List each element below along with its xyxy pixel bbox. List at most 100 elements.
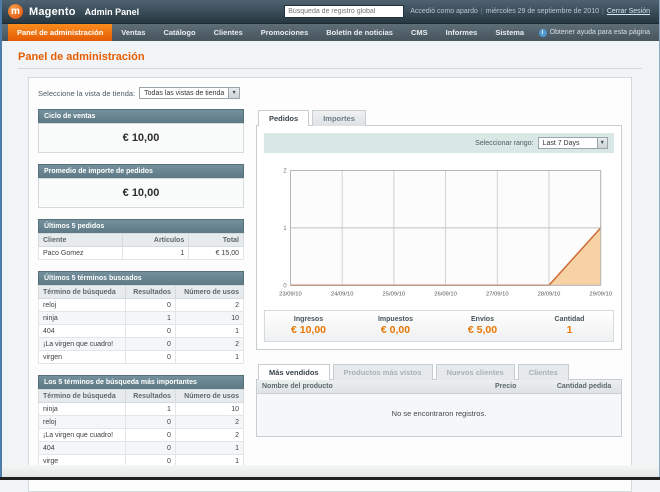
stat-label: Envíos xyxy=(471,316,494,324)
svg-text:29/09/10: 29/09/10 xyxy=(589,292,612,298)
stat-label: Impuestos xyxy=(377,316,413,324)
widget-title: Los 5 términos de búsqueda más important… xyxy=(38,375,244,389)
table-cell: reloj xyxy=(37,298,127,312)
stat-value: € 10,00 xyxy=(290,324,327,337)
last-orders-widget: Últimos 5 pedidos Cliente Artículos Total P… xyxy=(38,219,244,260)
tab-pedidos[interactable]: Pedidos xyxy=(258,110,310,126)
title-rule xyxy=(18,68,642,69)
table-cell: ¡La virgen que cuadro! xyxy=(37,428,127,442)
separator: | xyxy=(480,8,483,15)
table-row[interactable]: 404 0 1 xyxy=(37,441,245,455)
tab-m-s-vendidos[interactable]: Más vendidos xyxy=(258,364,330,381)
table-cell: 1 xyxy=(125,402,176,416)
table-cell: 1 xyxy=(174,324,245,338)
table-row[interactable]: ¡La virgen que cuadro! 0 2 xyxy=(37,337,245,351)
nav-item-6[interactable]: CMS xyxy=(402,24,437,41)
table-row[interactable]: 404 0 1 xyxy=(37,324,245,338)
widget-title: Promedio de importe de pedidos xyxy=(38,164,244,178)
column-header: Cliente xyxy=(38,233,123,247)
empty-row: No se encontraron registros. xyxy=(257,393,621,437)
average-orders-widget: Promedio de importe de pedidos € 10,00 xyxy=(38,164,244,208)
table-cell: 1 xyxy=(174,350,245,364)
column-header: Número de usos xyxy=(174,285,245,299)
table-cell: ninja xyxy=(37,402,127,416)
svg-text:28/09/10: 28/09/10 xyxy=(538,292,561,298)
range-bar: Seleccionar rango: Last 7 Days ▼ xyxy=(264,133,614,153)
table-cell: 10 xyxy=(174,402,245,416)
store-view-select[interactable]: Todas las vistas de tienda ▼ xyxy=(139,87,240,99)
table-cell: 0 xyxy=(125,428,176,442)
logout-link[interactable]: Cerrar Sesión xyxy=(607,8,650,15)
range-selected: Last 7 Days xyxy=(542,139,580,147)
nav-item-1[interactable]: Ventas xyxy=(112,24,154,41)
table-row[interactable]: reloj 0 2 xyxy=(37,415,245,429)
table-cell: 2 xyxy=(174,337,245,351)
widget-title: Últimos 5 pedidos xyxy=(38,219,244,233)
svg-text:2: 2 xyxy=(283,168,287,175)
column-header: Término de búsqueda xyxy=(37,285,127,299)
range-label: Seleccionar rango: xyxy=(475,139,534,147)
nav-item-3[interactable]: Clientes xyxy=(205,24,252,41)
column-header: Número de usos xyxy=(174,389,245,403)
lifetime-sales-widget: Ciclo de ventas € 10,00 xyxy=(38,109,244,153)
column-header: Resultados xyxy=(125,389,176,403)
table-cell: 0 xyxy=(125,415,176,429)
grid-header-row: Nombre del producto Precio Cantidad pedida xyxy=(257,380,621,395)
table-row[interactable]: Paco Gomez 1 € 15,00 xyxy=(38,246,244,260)
nav-item-8[interactable]: Sistema xyxy=(486,24,533,41)
session-info: Accedió como apardo | miércoles 29 de sept… xyxy=(410,8,650,15)
nav-item-7[interactable]: Informes xyxy=(437,24,487,41)
svg-text:26/09/10: 26/09/10 xyxy=(434,292,457,298)
help-label: Obtener ayuda para esta página xyxy=(549,29,650,36)
table-cell: 2 xyxy=(174,415,245,429)
nav-item-4[interactable]: Promociones xyxy=(252,24,318,41)
top-search-table: Término de búsqueda Resultados Número de u… xyxy=(37,389,245,468)
table-cell: ninja xyxy=(37,311,127,325)
orders-chart: 0 1 2 23/09/10 24/09/10 25/09/10 26/09/10 27/09… xyxy=(279,168,612,298)
tab-productos-m-s-vistos: Productos más vistos xyxy=(332,364,433,381)
bottom-grids: Más vendidos Productos más vistos Nuevos c… xyxy=(256,363,622,438)
chevron-down-icon: ▼ xyxy=(228,88,239,98)
search-input[interactable] xyxy=(284,5,405,18)
svg-text:24/09/10: 24/09/10 xyxy=(331,292,354,298)
current-date: miércoles 29 de septiembre de 2010 xyxy=(485,8,599,15)
table-row[interactable]: ninja 1 10 xyxy=(37,311,245,325)
table-cell: 0 xyxy=(125,350,176,364)
empty-message: No se encontraron registros. xyxy=(257,393,621,437)
table-cell: 1 xyxy=(121,246,190,260)
column-header: Cantidad pedida xyxy=(551,380,621,395)
tab-nuevos-clientes: Nuevos clientes xyxy=(435,364,515,381)
nav-item-2[interactable]: Catálogo xyxy=(154,24,204,41)
tab-importes[interactable]: Importes xyxy=(312,110,366,126)
main-nav: Panel de administración Ventas Catálogo Cli… xyxy=(0,24,660,41)
table-header-row: Cliente Artículos Total xyxy=(38,233,244,247)
nav-item-0[interactable]: Panel de administración xyxy=(8,24,113,41)
grid-panel: Nombre del producto Precio Cantidad pedida… xyxy=(256,380,622,438)
table-cell: 10 xyxy=(174,311,245,325)
table-row[interactable]: reloj 0 2 xyxy=(37,298,245,312)
table-cell: 0 xyxy=(125,298,176,312)
chart-tab-panel: Seleccionar rango: Last 7 Days ▼ 0 1 2 23/0… xyxy=(256,126,622,351)
stat-1: Impuestos € 0,00 xyxy=(352,316,439,336)
help-link[interactable]: i Obtener ayuda para esta página xyxy=(538,24,650,41)
table-cell: 1 xyxy=(125,311,176,325)
chevron-down-icon: ▼ xyxy=(596,138,607,148)
table-header-row: Término de búsqueda Resultados Número de u… xyxy=(37,389,245,403)
table-cell: 2 xyxy=(174,298,245,312)
table-cell: 2 xyxy=(174,428,245,442)
magento-logo-icon: m xyxy=(8,4,23,19)
store-view-row: Seleccione la vista de tienda: Todas las… xyxy=(38,87,622,99)
tab-clientes: Clientes xyxy=(517,364,569,381)
range-select[interactable]: Last 7 Days ▼ xyxy=(537,137,608,149)
logged-in-as: Accedió como apardo xyxy=(410,8,478,15)
chart-tabs: Pedidos Importes xyxy=(256,109,622,126)
column-header: Término de búsqueda xyxy=(37,389,127,403)
nav-item-5[interactable]: Boletín de noticias xyxy=(317,24,402,41)
top-search-widget: Los 5 términos de búsqueda más important… xyxy=(37,375,245,468)
stat-value: € 0,00 xyxy=(380,324,411,337)
table-row[interactable]: ninja 1 10 xyxy=(37,402,245,416)
table-row[interactable]: virgen 0 1 xyxy=(37,350,245,364)
page-title: Panel de administración xyxy=(18,51,145,63)
window-edge-left xyxy=(0,0,2,480)
table-row[interactable]: ¡La virgen que cuadro! 0 2 xyxy=(37,428,245,442)
